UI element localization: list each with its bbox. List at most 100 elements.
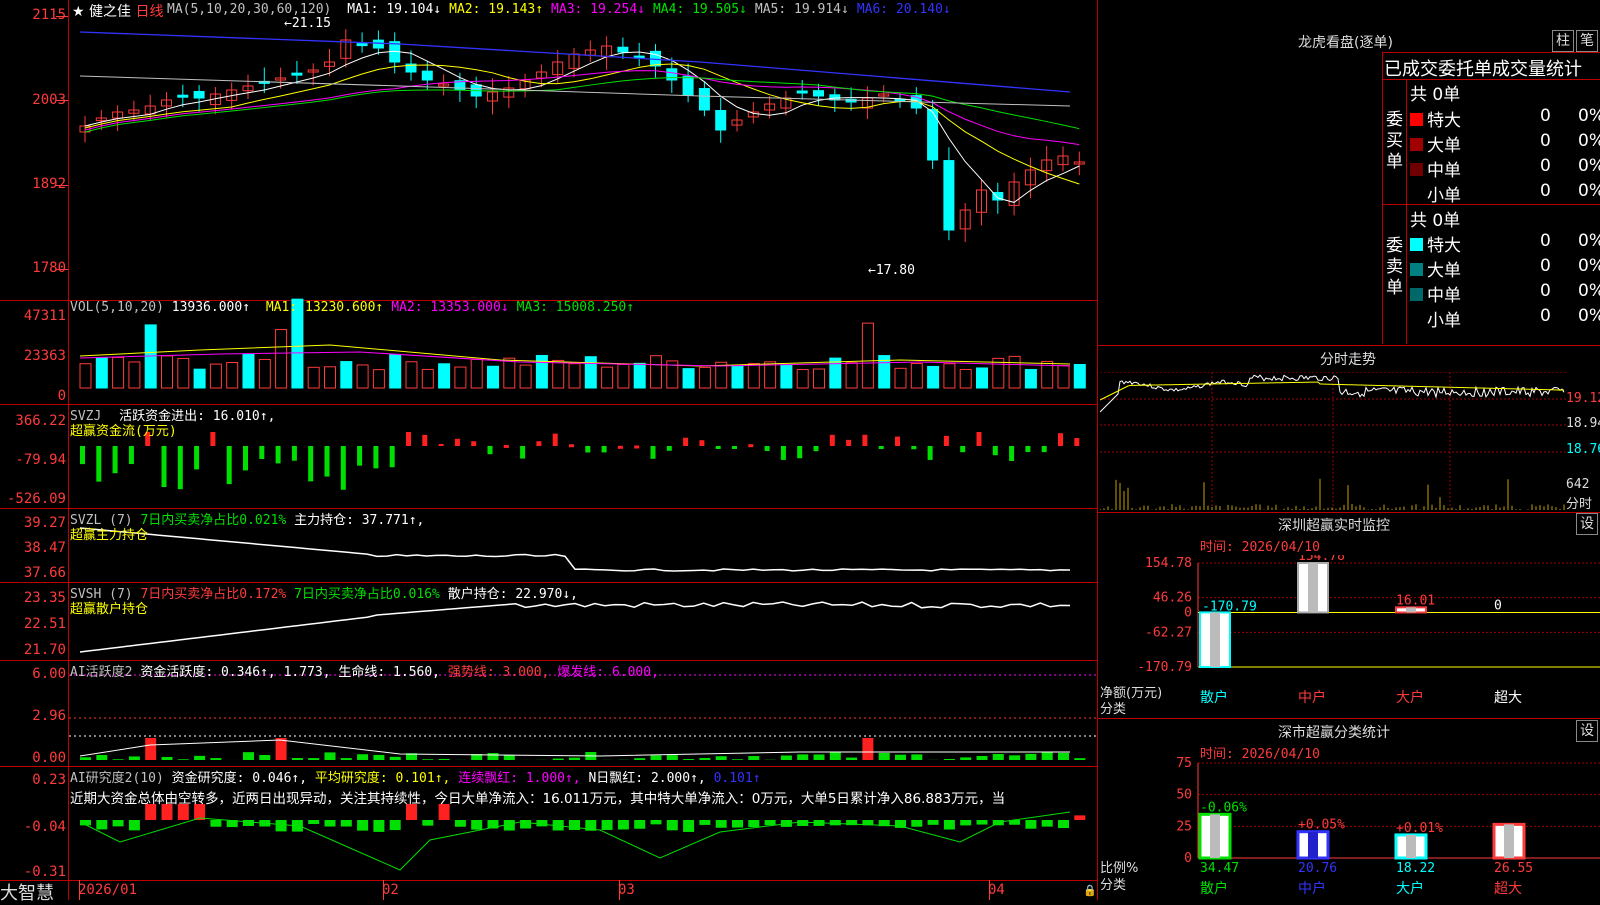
flow-bar xyxy=(536,441,541,446)
ai2-research: 资金研究度: 0.046↑, xyxy=(172,771,307,786)
flow-bar xyxy=(765,446,770,451)
research-bar xyxy=(243,820,254,826)
data-label: -170.79 xyxy=(1202,599,1257,614)
lock-icon[interactable]: 🔒 xyxy=(1083,884,1097,897)
label-char: 卖 xyxy=(1386,257,1404,278)
research-bar xyxy=(944,820,955,829)
legend-swatch xyxy=(1410,163,1423,176)
tick-mode-tab[interactable]: 笔 xyxy=(1576,30,1598,52)
candle-body xyxy=(422,71,432,80)
order-row: 小单00% xyxy=(1410,306,1598,330)
svzl-ratio: 7日内买卖净占比0.021% xyxy=(140,513,286,528)
candle-body xyxy=(699,89,709,110)
ai1-burst: 爆发线: 6.000, xyxy=(557,665,659,680)
bar-shade xyxy=(1406,835,1416,858)
order-type: 中单 xyxy=(1427,161,1461,181)
order-type: 中单 xyxy=(1427,286,1461,306)
vol-ma-item: MA1: 13230.600↑ xyxy=(266,300,383,315)
flow-bar xyxy=(993,446,998,455)
research-bar xyxy=(357,820,368,831)
volume-bar xyxy=(895,368,906,388)
research-bar xyxy=(341,820,352,827)
volume-bar xyxy=(390,355,401,388)
order-count: 0 xyxy=(1540,181,1551,201)
volume-bar xyxy=(911,364,922,388)
value-label: 20.76 xyxy=(1298,861,1337,876)
flow-bar xyxy=(699,440,704,446)
sell-order-label: 委 卖 单 xyxy=(1386,236,1404,299)
volume-bar xyxy=(178,358,189,388)
activity-bar xyxy=(439,759,450,760)
svsh-holding: 散户持仓: 22.970↓, xyxy=(448,587,578,602)
research-bar xyxy=(960,820,971,825)
flow-bar xyxy=(862,435,867,446)
research-bar xyxy=(373,820,384,832)
flow-bar xyxy=(814,446,819,451)
flow-bar xyxy=(732,446,737,449)
axis-tick: 39.27 xyxy=(0,515,66,531)
order-count: 0 xyxy=(1540,281,1551,301)
candle-body xyxy=(292,73,302,75)
flow-bar xyxy=(227,446,232,484)
flow-bar xyxy=(911,446,916,449)
flow-bar xyxy=(667,446,672,451)
research-bar xyxy=(1042,820,1053,827)
volume-bar xyxy=(96,358,107,388)
activity-bar xyxy=(895,755,906,760)
activity-bar xyxy=(651,755,662,760)
order-row: 特大00% xyxy=(1410,231,1598,255)
flow-bar xyxy=(422,435,427,446)
volume-bar xyxy=(488,366,499,388)
svsh-title: 超赢散户持仓 xyxy=(70,598,148,617)
order-row: 大单00% xyxy=(1410,131,1598,155)
bar-mode-tab[interactable]: 柱 xyxy=(1552,30,1574,52)
activity-bar xyxy=(178,759,189,760)
activity-bar xyxy=(373,755,384,760)
research-bar xyxy=(210,820,221,827)
research-bar xyxy=(928,820,939,825)
volume-bar xyxy=(325,367,336,388)
flow-bar xyxy=(292,446,297,461)
volume-bar xyxy=(830,358,841,388)
order-type: 特大 xyxy=(1427,111,1461,131)
flow-bar xyxy=(895,437,900,446)
ai1-strong: 强势线: 3.000, xyxy=(448,665,550,680)
axis-tick: 0 xyxy=(1184,605,1192,620)
ai2-comment: 近期大资金总体由空转多，近两日出现异动，关注其持续性，今日大单净流入：16.01… xyxy=(70,787,1095,807)
research-bar xyxy=(1025,820,1036,829)
flow-bar xyxy=(325,446,330,477)
activity-bar xyxy=(145,738,156,760)
axis-tick: 2.96 xyxy=(0,708,66,724)
flow-bar xyxy=(243,446,248,470)
research-bar xyxy=(1058,820,1069,828)
axis-tick: 22.51 xyxy=(0,616,66,632)
candle-body xyxy=(618,47,628,52)
flow-bar xyxy=(194,446,199,469)
order-row: 大单00% xyxy=(1410,256,1598,280)
order-count: 0 xyxy=(1540,131,1551,151)
label-char: 买 xyxy=(1386,131,1404,152)
flow-bar xyxy=(162,446,167,487)
volume-bar xyxy=(210,364,221,388)
sell-total: 共 0单 xyxy=(1410,206,1460,231)
category-label: 中户 xyxy=(1298,689,1326,706)
kline-chart xyxy=(0,0,1097,900)
classify-settings-button[interactable]: 设 xyxy=(1576,720,1598,742)
x-tick: 03 xyxy=(618,882,635,898)
activity-bar xyxy=(960,757,971,760)
flow-bar xyxy=(357,446,362,466)
axis-tick: 38.47 xyxy=(0,540,66,556)
flow-bar xyxy=(960,446,965,452)
label-char: 委 xyxy=(1386,110,1404,131)
category-label: 大户 xyxy=(1396,689,1424,706)
order-percent: 0% xyxy=(1578,281,1600,301)
flow-bar xyxy=(276,446,281,463)
order-count: 0 xyxy=(1540,156,1551,176)
volume-bar xyxy=(520,365,531,388)
activity-bar xyxy=(113,759,124,760)
axis-tick: 37.66 xyxy=(0,565,66,581)
monitor-settings-button[interactable]: 设 xyxy=(1576,513,1598,535)
volume-bar xyxy=(227,363,238,388)
research-bar xyxy=(536,820,547,826)
legend-swatch xyxy=(1410,138,1423,151)
